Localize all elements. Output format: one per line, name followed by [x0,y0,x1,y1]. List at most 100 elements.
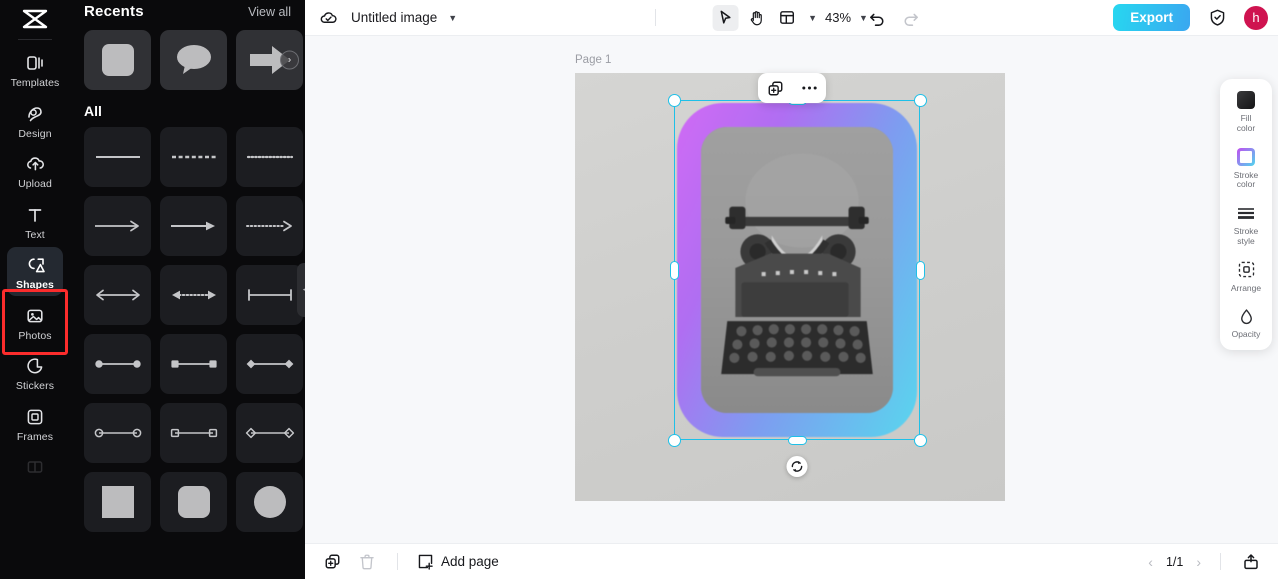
shape-thumb-circle-ends-outline[interactable] [84,403,151,463]
fill-color-button[interactable]: Fill color [1222,89,1270,134]
chevron-left-icon: ◂ [303,284,305,295]
layout-tool[interactable] [774,5,800,31]
duplicate-button[interactable] [763,76,787,100]
capcut-logo-icon [21,4,49,34]
resize-handle-right[interactable] [915,260,925,280]
shape-thumb-square-ends-outline[interactable] [160,403,227,463]
document-title[interactable]: Untitled image [351,10,437,25]
delete-page-button[interactable] [356,551,378,573]
zoom-level[interactable]: 43% [825,10,851,25]
redo-button[interactable] [898,5,924,31]
resize-handle-bottom[interactable] [787,435,807,445]
bottom-toolbar: Add page ‹ 1/1 › [305,543,1278,579]
shape-thumb-diamond-ends-filled[interactable] [236,334,303,394]
sidebar-item-photos[interactable]: Photos [7,298,63,347]
shape-thumb-circle[interactable] [236,472,303,532]
sidebar-item-text[interactable]: Text [7,197,63,246]
shield-check-icon[interactable] [1204,5,1230,31]
shape-thumb-bar-ends-line[interactable] [236,265,303,325]
opacity-icon [1235,305,1257,327]
export-button[interactable]: Export [1113,4,1191,31]
panel-header: Recents View all [84,0,291,30]
chevron-down-icon[interactable]: ▼ [445,13,460,23]
selected-shape[interactable] [667,93,927,447]
shape-thumb-dotted-double-arrow[interactable] [160,265,227,325]
properties-panel: Fill color Stroke color Stroke style Arr… [1220,79,1272,351]
arrange-icon [1235,259,1257,281]
add-page-label: Add page [441,554,499,569]
shape-thumb-rounded-square[interactable] [84,30,151,90]
export-share-button[interactable] [1240,551,1262,573]
resize-handle-top-left[interactable] [667,93,681,107]
templates-icon [24,52,46,74]
arrange-button[interactable]: Arrange [1222,259,1270,294]
select-tool[interactable] [712,4,739,31]
shape-thumb-square-ends-filled[interactable] [160,334,227,394]
shape-thumb-circle-ends-filled[interactable] [84,334,151,394]
cloud-saved-icon[interactable] [315,5,341,31]
shape-thumb-dashed-line[interactable] [160,127,227,187]
recents-grid: › [84,30,303,90]
resize-handle-bottom-left[interactable] [667,433,681,447]
upload-cloud-icon [24,153,46,175]
prev-page-button[interactable]: ‹ [1148,554,1153,570]
sidebar-item-shapes[interactable]: Shapes [7,247,63,296]
shape-thumb-solid-arrow[interactable] [160,196,227,256]
bottom-divider-right [1220,553,1221,570]
shape-thumb-diamond-ends-outline[interactable] [236,403,303,463]
text-icon [24,204,46,226]
prop-label-line2: color [1236,179,1256,190]
rotate-handle[interactable] [786,456,808,477]
shape-thumb-solid-line[interactable] [84,127,151,187]
shape-thumb-double-arrow[interactable] [84,265,151,325]
prop-label-line1: Stroke [1233,169,1259,180]
opacity-button[interactable]: Opacity [1222,305,1270,340]
add-page-button[interactable]: Add page [417,553,499,570]
shape-thumb-dotted-arrow[interactable] [236,196,303,256]
panel-title: Recents [84,3,144,20]
more-options-button[interactable] [797,76,821,100]
sidebar-label: Templates [10,77,60,89]
canvas-tools: ▼ 43% ▼ [712,4,871,31]
rail-divider [18,39,52,40]
sidebar-item-design[interactable]: Design [7,96,63,145]
selection-floating-toolbar [758,73,826,103]
panel-collapse-handle[interactable]: ◂ [297,262,305,317]
sidebar-label: Upload [18,178,52,190]
sidebar-label: Text [25,228,45,241]
duplicate-page-button[interactable] [321,551,343,573]
shape-thumb-square[interactable] [84,472,151,532]
shape-thumb-dotted-line[interactable] [236,127,303,187]
next-page-button[interactable]: › [1196,554,1201,570]
stroke-color-button[interactable]: Stroke color [1222,146,1270,191]
add-page-icon [417,553,434,570]
fill-color-swatch [1235,89,1257,111]
stroke-style-button[interactable]: Stroke style [1222,202,1270,247]
toolbar-divider [655,9,657,26]
selection-frame [674,100,920,440]
page-indicator: 1/1 [1165,554,1184,569]
chevron-right-icon[interactable]: › [280,50,299,70]
shape-thumb-rounded-rect[interactable] [160,472,227,532]
shape-thumb-speech-bubble[interactable] [160,30,227,90]
left-nav-rail: Templates Design Upload Text Shapes Phot… [0,0,70,579]
view-all-link[interactable]: View all [248,5,291,19]
user-avatar[interactable]: h [1244,5,1269,30]
shape-thumb-block-arrow[interactable]: › [236,30,303,90]
sidebar-item-frames[interactable]: Frames [7,399,63,448]
resize-handle-top-right[interactable] [913,93,927,107]
sidebar-item-templates[interactable]: Templates [7,45,63,94]
resize-handle-left[interactable] [669,260,679,280]
resize-handle-bottom-right[interactable] [913,433,927,447]
shape-thumb-thin-arrow[interactable] [84,196,151,256]
page-navigator: ‹ 1/1 › [1148,554,1201,570]
layout-chevron-down-icon[interactable]: ▼ [805,13,820,23]
zoom-chevron-down-icon[interactable]: ▼ [856,13,871,23]
canvas-area[interactable]: Page 1 Fill color Stroke color Stroke st… [305,36,1278,543]
sidebar-item-partial[interactable] [7,449,63,483]
sidebar-item-stickers[interactable]: Stickers [7,348,63,397]
frames-icon [24,406,46,428]
hand-tool[interactable] [743,5,769,31]
stickers-icon [24,355,46,377]
sidebar-item-upload[interactable]: Upload [7,146,63,195]
